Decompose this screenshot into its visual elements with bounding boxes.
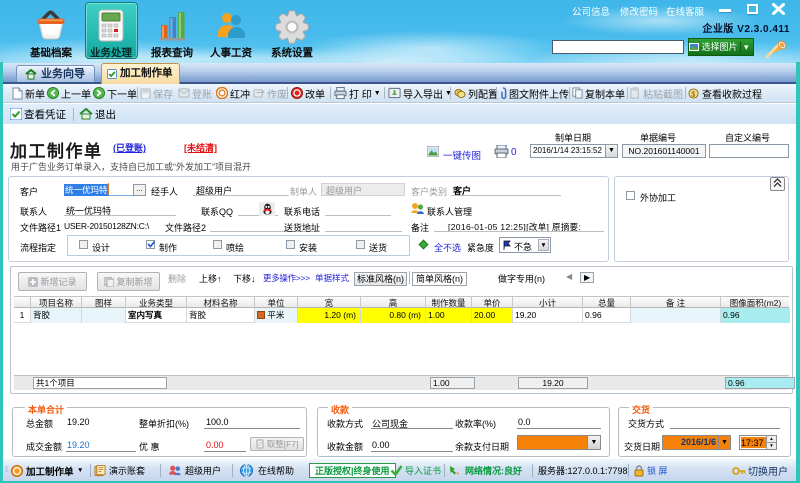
- svg-text:$: $: [691, 89, 695, 98]
